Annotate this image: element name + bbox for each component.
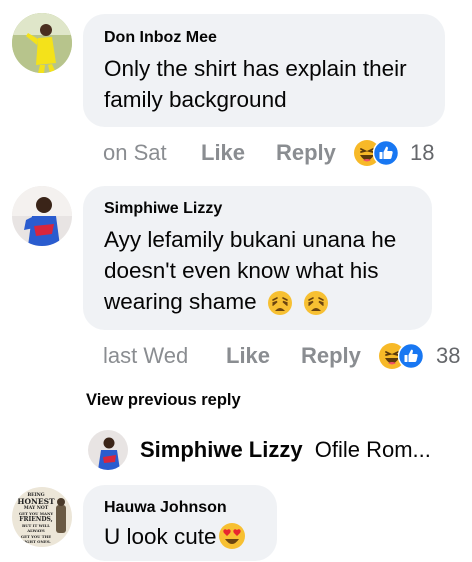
reaction-count: 38: [436, 343, 461, 368]
avatar-quote-line: HONEST: [17, 497, 55, 507]
comment-text-fragment: wearing shame: [104, 289, 257, 314]
view-previous-reply-link[interactable]: View previous reply: [86, 391, 241, 410]
comment-text-line: Ayy lefamily bukani unana he: [104, 227, 397, 252]
avatar-quote-text: BEING HONEST MAY NOT GET YOU MANY FRIEND…: [16, 493, 56, 544]
reply-preview-text: Ofile Rom...: [314, 437, 431, 462]
avatar-simphiwe-lizzy[interactable]: [12, 186, 72, 246]
comment-text: Ayy lefamily bukani unana he doesn't eve…: [104, 224, 396, 317]
avatar-quote-line: FRIENDS,: [19, 515, 53, 523]
reply-button-label: Reply: [301, 343, 361, 368]
avatar-simphiwe-lizzy-small[interactable]: [88, 430, 128, 470]
comment-author[interactable]: Hauwa Johnson: [104, 499, 227, 517]
comment-text-line: family background: [104, 87, 287, 112]
comment-text: Only the shirt has explain their family …: [104, 53, 407, 115]
reaction-count: 18: [410, 140, 435, 165]
comment-timestamp[interactable]: last Wed: [103, 343, 188, 369]
like-icon: [398, 343, 424, 369]
comment-text-line: doesn't even know what his: [104, 258, 379, 283]
reply-button[interactable]: Reply: [301, 343, 361, 369]
reply-preview-author: Simphiwe Lizzy: [140, 437, 303, 462]
weary-face-emoji-icon: [304, 291, 329, 316]
like-icon: [373, 140, 399, 166]
comment-timestamp[interactable]: on Sat: [103, 140, 167, 166]
avatar-don-inboz-mee[interactable]: [12, 13, 72, 73]
comment-text-fragment: U look cute: [104, 524, 217, 549]
reply-button-label: Reply: [276, 140, 336, 165]
like-button[interactable]: Like: [226, 343, 270, 369]
comment-text-line: wearing shame: [104, 286, 396, 317]
reply-preview[interactable]: Simphiwe Lizzy Ofile Rom...: [140, 437, 431, 463]
comment-author[interactable]: Don Inboz Mee: [104, 29, 217, 47]
avatar-quote-line: RIGHT ONES.: [21, 538, 51, 544]
avatar-hauwa-johnson[interactable]: BEING HONEST MAY NOT GET YOU MANY FRIEND…: [12, 487, 72, 547]
reply-button[interactable]: Reply: [276, 140, 336, 166]
like-button-label: Like: [226, 343, 271, 368]
weary-face-emoji-icon: [267, 291, 292, 316]
comment-text-line: Only the shirt has explain their: [104, 56, 407, 81]
comment-text: U look cute: [104, 521, 246, 552]
like-button[interactable]: Like: [201, 140, 245, 166]
reaction-summary[interactable]: 18: [353, 139, 453, 169]
like-button-label: Like: [201, 140, 246, 165]
heart-eyes-emoji-icon: [218, 523, 245, 550]
comment-author[interactable]: Simphiwe Lizzy: [104, 200, 222, 218]
reaction-summary[interactable]: 38: [378, 342, 472, 372]
